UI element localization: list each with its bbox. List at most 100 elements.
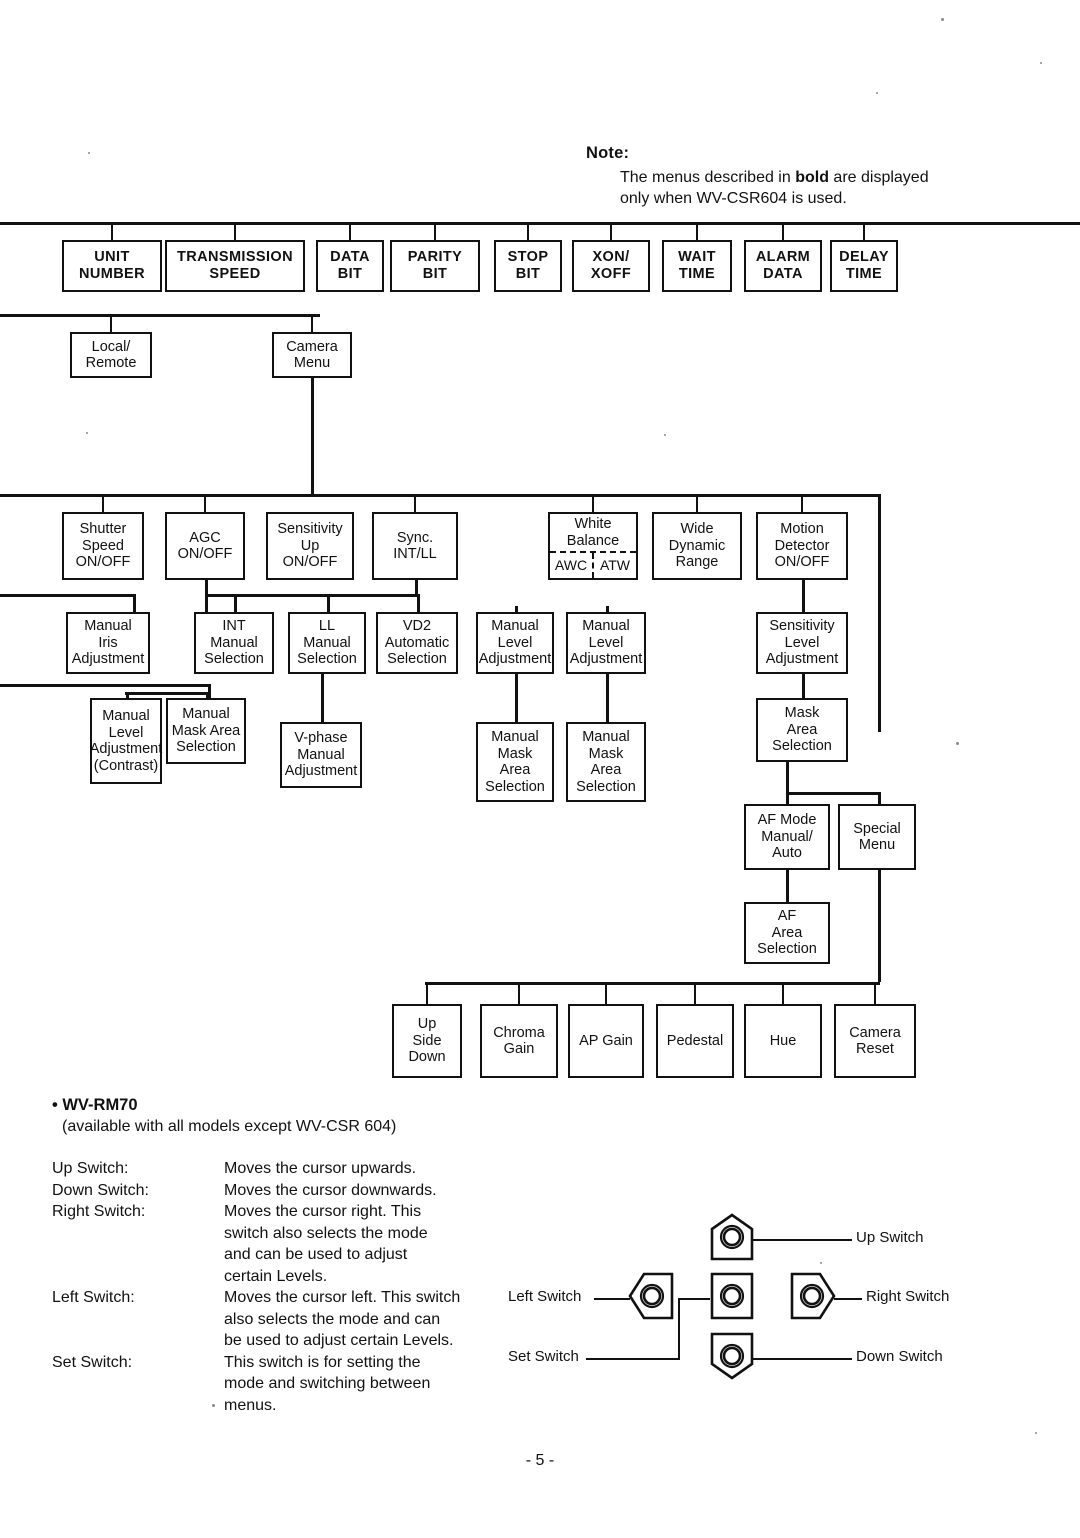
menu-hierarchy-diagram: UNIT NUMBER TRANSMISSION SPEED DATA BIT PARITY… <box>0 222 1080 1102</box>
node-white-balance-line-0: White <box>574 516 612 532</box>
right-switch-label: Right Switch <box>866 1288 950 1305</box>
switch-row: Up Switch: Moves the cursor upwards. <box>52 1158 522 1180</box>
node-sync-line-1: INT/LL <box>393 546 437 562</box>
node-wait-time: WAIT TIME <box>662 240 732 292</box>
node-af-area: AF Area Selection <box>744 902 830 964</box>
up-switch-button[interactable] <box>708 1213 758 1263</box>
switch-description: also selects the mode and can <box>224 1310 441 1328</box>
connector-vertical <box>878 870 881 982</box>
node-camera-reset-line-0: Camera <box>849 1024 901 1041</box>
node-manual-mask-area: Manual Mask Area Selection <box>166 698 246 764</box>
connector-vertical <box>604 982 608 1004</box>
connector-vertical <box>415 580 418 594</box>
node-xon-xoff-line-1: XOFF <box>590 266 632 282</box>
node-stop-bit-line-0: STOP <box>507 249 549 265</box>
scan-artifact <box>941 18 944 21</box>
note-line1-bold: bold <box>795 169 829 186</box>
node-vd2-automatic-selection: VD2 Automatic Selection <box>376 612 458 674</box>
connector-horizontal <box>0 594 135 597</box>
node-int-manual-selection: INT Manual Selection <box>194 612 274 674</box>
node-manual-iris-adjustment-line-1: Iris <box>98 634 118 651</box>
scan-artifact <box>86 432 88 434</box>
connector-vertical <box>695 222 699 240</box>
up-switch-label: Up Switch <box>856 1229 924 1246</box>
right-switch-button[interactable] <box>788 1272 838 1322</box>
node-agc: AGC ON/OFF <box>165 512 245 580</box>
wv-rm70-subtitle: (available with all models except WV-CSR… <box>62 1118 397 1135</box>
switch-description: mode and switching between <box>224 1375 431 1392</box>
node-manual-iris-adjustment: Manual Iris Adjustment <box>66 612 150 674</box>
connector-vertical <box>609 222 613 240</box>
connector-vertical <box>802 674 805 698</box>
node-stop-bit-line-1: BIT <box>515 266 541 282</box>
switch-description: Moves the cursor upwards. <box>224 1160 417 1177</box>
switch-row: Set Switch: This switch is for setting th… <box>52 1352 522 1374</box>
node-awc-manual-level-line-0: Manual <box>491 618 539 635</box>
node-ap-gain-line-0: AP Gain <box>579 1032 633 1049</box>
node-shutter-speed-line-2: ON/OFF <box>75 554 131 571</box>
node-stop-bit: STOP BIT <box>494 240 562 292</box>
node-pedestal-line-0: Pedestal <box>666 1032 724 1049</box>
node-delay-time-line-1: TIME <box>845 266 883 282</box>
note-title: Note: <box>586 144 630 162</box>
node-alarm-data: ALARM DATA <box>744 240 822 292</box>
connector-vertical <box>101 494 105 512</box>
node-wait-time-line-1: TIME <box>678 266 716 282</box>
leader-line <box>586 1358 680 1360</box>
connector-vertical <box>203 494 207 512</box>
node-unit-number: UNIT NUMBER <box>62 240 162 292</box>
connector-vertical <box>781 982 785 1004</box>
node-sensitivity-up-line-2: ON/OFF <box>282 554 338 571</box>
node-transmission-speed-line-1: SPEED <box>209 266 261 282</box>
down-switch-label: Down Switch <box>856 1348 943 1365</box>
wv-rm70-title: • WV-RM70 <box>52 1096 138 1114</box>
node-white-balance: White Balance AWC ATW <box>548 512 638 580</box>
set-switch-button[interactable] <box>708 1272 758 1322</box>
connector-vertical <box>695 494 699 512</box>
switch-layout-figure: Up Switch Right Switch Left Switch Down Swi… <box>500 1210 970 1390</box>
note-block: Note: The menus described in bold are di… <box>586 144 1016 209</box>
connector-vertical <box>862 222 866 240</box>
node-v-phase-manual-line-1: Manual <box>297 746 345 763</box>
node-ll-manual-selection-line-0: LL <box>318 618 336 635</box>
node-motion-detector-line-0: Motion <box>780 521 824 538</box>
node-up-side-down-line-1: Side <box>412 1032 442 1049</box>
node-awc-manual-mask-area-line-2: Area <box>499 762 531 778</box>
node-wide-dynamic-range-line-1: Dynamic <box>668 537 726 554</box>
leader-line <box>594 1298 630 1300</box>
switch-row: switch also selects the mode <box>52 1223 522 1245</box>
node-camera-reset-line-1: Reset <box>856 1041 894 1057</box>
switch-name <box>52 1266 224 1288</box>
node-wide-dynamic-range-line-2: Range <box>675 554 719 571</box>
node-af-mode-line-1: Manual/ <box>761 828 813 845</box>
switch-row: Right Switch: Moves the cursor right. Thi… <box>52 1201 522 1223</box>
node-local-remote: Local/Remote <box>70 332 152 378</box>
node-xon-xoff-line-0: XON/ <box>592 249 630 265</box>
scan-artifact <box>212 1404 215 1407</box>
node-white-balance-option-awc: AWC <box>550 553 594 578</box>
node-camera-reset: Camera Reset <box>834 1004 916 1078</box>
down-switch-button[interactable] <box>708 1332 758 1382</box>
connector-horizontal <box>205 594 418 597</box>
node-data-bit-line-1: BIT <box>337 266 363 282</box>
node-af-mode: AF Mode Manual/Auto <box>744 804 830 870</box>
node-shutter-speed-line-1: Speed <box>82 537 124 554</box>
node-parity-bit-line-0: PARITY <box>407 249 463 265</box>
node-unit-number-line-1: NUMBER <box>78 266 146 282</box>
connector-vertical <box>786 762 789 792</box>
scan-artifact <box>876 92 878 94</box>
switch-description: certain Levels. <box>224 1267 328 1285</box>
node-data-bit-line-0: DATA <box>330 249 370 265</box>
node-camera-menu-line-1: Menu <box>293 355 331 371</box>
connector-vertical <box>781 222 785 240</box>
node-white-balance-line-1: Balance <box>566 532 620 549</box>
switch-name <box>52 1330 224 1352</box>
left-switch-button[interactable] <box>628 1272 678 1322</box>
node-atw-manual-level-line-0: Manual <box>582 618 630 635</box>
node-ap-gain: AP Gain <box>568 1004 644 1078</box>
connector-vertical <box>515 674 518 722</box>
node-af-mode-line-0: AF Mode <box>757 812 817 829</box>
node-awc-manual-mask-area-line-3: Selection <box>485 778 545 795</box>
connector-vertical <box>321 674 324 722</box>
scan-artifact <box>1040 62 1042 64</box>
